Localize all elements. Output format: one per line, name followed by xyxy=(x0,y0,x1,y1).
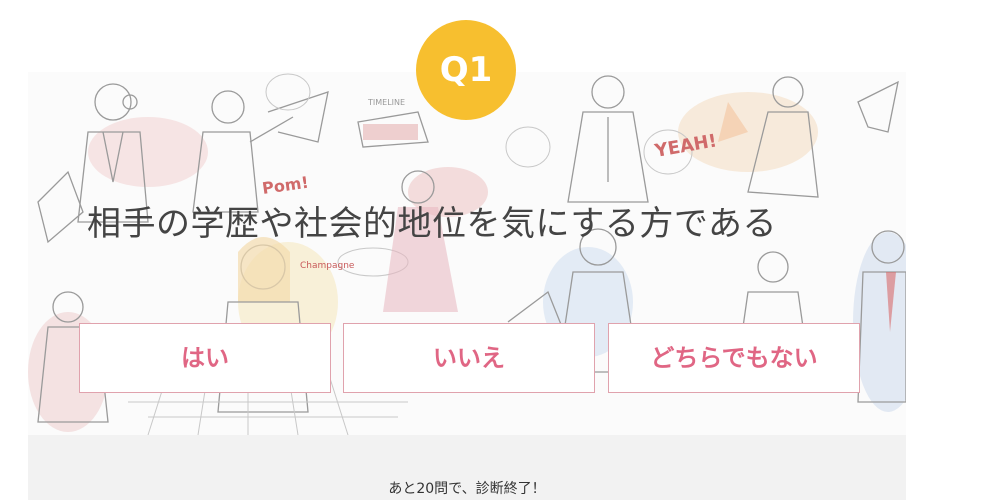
question-number-badge: Q1 xyxy=(416,20,516,120)
answer-yes-button[interactable]: はい xyxy=(79,323,331,393)
answer-neutral-button[interactable]: どちらでもない xyxy=(608,323,860,393)
svg-text:Champagne: Champagne xyxy=(300,261,355,271)
svg-text:TIMELINE: TIMELINE xyxy=(367,98,405,107)
remaining-questions-text: あと20問で、診断終了！ xyxy=(388,481,546,497)
quiz-screen: Pom! YEAH! Champagne TIMELINE Q1 相手の学歴や社… xyxy=(0,0,1000,500)
progress-footer: あと20問で、診断終了！ xyxy=(28,435,906,500)
question-text: 相手の学歴や社会的地位を気にする方である xyxy=(87,204,777,244)
svg-text:Pom!: Pom! xyxy=(261,173,310,198)
answer-no-button[interactable]: いいえ xyxy=(343,323,595,393)
